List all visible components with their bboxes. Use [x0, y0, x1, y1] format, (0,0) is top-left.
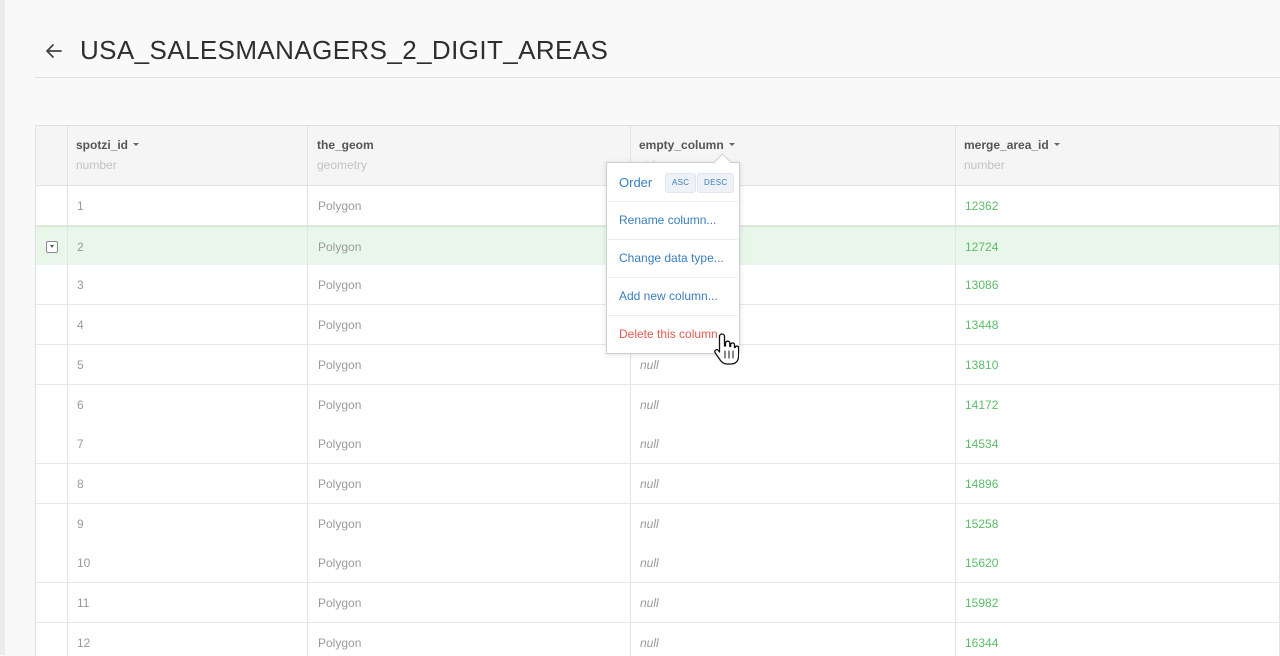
cell-spotzi-id[interactable]: 3: [77, 278, 84, 292]
cell-merge-area-id[interactable]: 14896: [965, 477, 998, 491]
column-header-the-geom[interactable]: the_geom geometry: [317, 138, 374, 172]
cell-merge-area-id[interactable]: 13086: [965, 278, 998, 292]
column-name: the_geom: [317, 138, 374, 152]
caret-down-icon[interactable]: [728, 143, 735, 147]
cell-merge-area-id[interactable]: 14172: [965, 398, 998, 412]
column-name: merge_area_id: [964, 138, 1049, 152]
cell-spotzi-id[interactable]: 6: [77, 398, 84, 412]
cell-empty-column[interactable]: null: [640, 437, 659, 451]
table-row[interactable]: 9 Polygon null 15258: [36, 503, 1280, 544]
cell-the-geom[interactable]: Polygon: [318, 517, 361, 531]
column-type: geometry: [317, 158, 368, 172]
menu-divider: [608, 239, 738, 240]
cell-merge-area-id[interactable]: 15258: [965, 517, 998, 531]
cell-empty-column[interactable]: null: [640, 398, 659, 412]
cell-spotzi-id[interactable]: 5: [77, 358, 84, 372]
cell-merge-area-id[interactable]: 13810: [965, 358, 998, 372]
table-row[interactable]: 8 Polygon null 14896: [36, 463, 1280, 504]
table-row[interactable]: 10 Polygon null 15620: [36, 543, 1280, 584]
order-asc-button[interactable]: ASC: [665, 173, 697, 193]
page-title: USA_SALESMANAGERS_2_DIGIT_AREAS: [80, 35, 609, 65]
column-options-menu: Order ASC DESC Rename column... Change d…: [606, 153, 740, 354]
order-label: Order: [619, 175, 653, 190]
arrow-left-icon[interactable]: [43, 40, 65, 62]
cell-merge-area-id[interactable]: 15982: [965, 596, 998, 610]
delete-column-item[interactable]: Delete this column: [619, 327, 718, 341]
column-divider: [67, 126, 68, 656]
caret-down-icon[interactable]: [133, 143, 140, 147]
cell-empty-column[interactable]: null: [640, 636, 659, 650]
cell-the-geom[interactable]: Polygon: [318, 477, 361, 491]
cell-the-geom[interactable]: Polygon: [318, 240, 361, 254]
column-header-merge-area-id[interactable]: merge_area_id number: [964, 138, 1060, 172]
order-desc-button[interactable]: DESC: [697, 173, 735, 193]
cell-the-geom[interactable]: Polygon: [318, 596, 361, 610]
page-header: USA_SALESMANAGERS_2_DIGIT_AREAS: [35, 0, 1280, 78]
cell-spotzi-id[interactable]: 8: [77, 477, 84, 491]
cell-the-geom[interactable]: Polygon: [318, 318, 361, 332]
cell-spotzi-id[interactable]: 9: [77, 517, 84, 531]
column-type: number: [964, 158, 1005, 172]
column-name: empty_column: [639, 138, 724, 152]
column-header-spotzi-id[interactable]: spotzi_id number: [76, 138, 140, 172]
cell-merge-area-id[interactable]: 12724: [965, 240, 998, 254]
row-options-icon[interactable]: [46, 240, 58, 253]
cell-spotzi-id[interactable]: 1: [77, 199, 84, 213]
cell-the-geom[interactable]: Polygon: [318, 636, 361, 650]
rename-column-item[interactable]: Rename column...: [619, 213, 716, 227]
left-edge-strip: [0, 0, 5, 655]
cell-empty-column[interactable]: null: [640, 556, 659, 570]
cell-the-geom[interactable]: Polygon: [318, 556, 361, 570]
table-row[interactable]: 11 Polygon null 15982: [36, 583, 1280, 623]
column-name: spotzi_id: [76, 138, 129, 152]
cell-spotzi-id[interactable]: 12: [77, 636, 90, 650]
cell-empty-column[interactable]: null: [640, 358, 659, 372]
cell-spotzi-id[interactable]: 11: [77, 596, 89, 610]
change-data-type-item[interactable]: Change data type...: [619, 251, 724, 265]
menu-divider: [608, 201, 738, 202]
cell-empty-column[interactable]: null: [640, 596, 659, 610]
cell-the-geom[interactable]: Polygon: [318, 358, 361, 372]
cell-merge-area-id[interactable]: 15620: [965, 556, 998, 570]
table-row[interactable]: 7 Polygon null 14534: [36, 424, 1280, 465]
cell-merge-area-id[interactable]: 16344: [965, 636, 998, 650]
cell-the-geom[interactable]: Polygon: [318, 398, 361, 412]
column-divider: [307, 126, 308, 656]
cell-the-geom[interactable]: Polygon: [318, 199, 361, 213]
column-type: number: [76, 158, 117, 172]
cell-merge-area-id[interactable]: 12362: [965, 199, 998, 213]
column-divider: [955, 126, 956, 656]
cell-empty-column[interactable]: null: [640, 517, 659, 531]
cell-spotzi-id[interactable]: 4: [77, 318, 84, 332]
menu-divider: [608, 277, 738, 278]
cell-merge-area-id[interactable]: 13448: [965, 318, 998, 332]
cell-spotzi-id[interactable]: 7: [77, 437, 84, 451]
cell-merge-area-id[interactable]: 14534: [965, 437, 998, 451]
cell-spotzi-id[interactable]: 10: [77, 556, 90, 570]
table-row[interactable]: 6 Polygon null 14172: [36, 384, 1280, 425]
cell-spotzi-id[interactable]: 2: [77, 240, 84, 254]
caret-down-icon[interactable]: [1053, 143, 1060, 147]
cell-the-geom[interactable]: Polygon: [318, 437, 361, 451]
menu-divider: [608, 315, 738, 316]
table-row[interactable]: 12 Polygon null 16344: [36, 622, 1280, 656]
cell-the-geom[interactable]: Polygon: [318, 278, 361, 292]
hand-pointer-icon: [714, 333, 739, 365]
cell-empty-column[interactable]: null: [640, 477, 659, 491]
add-new-column-item[interactable]: Add new column...: [619, 289, 718, 303]
